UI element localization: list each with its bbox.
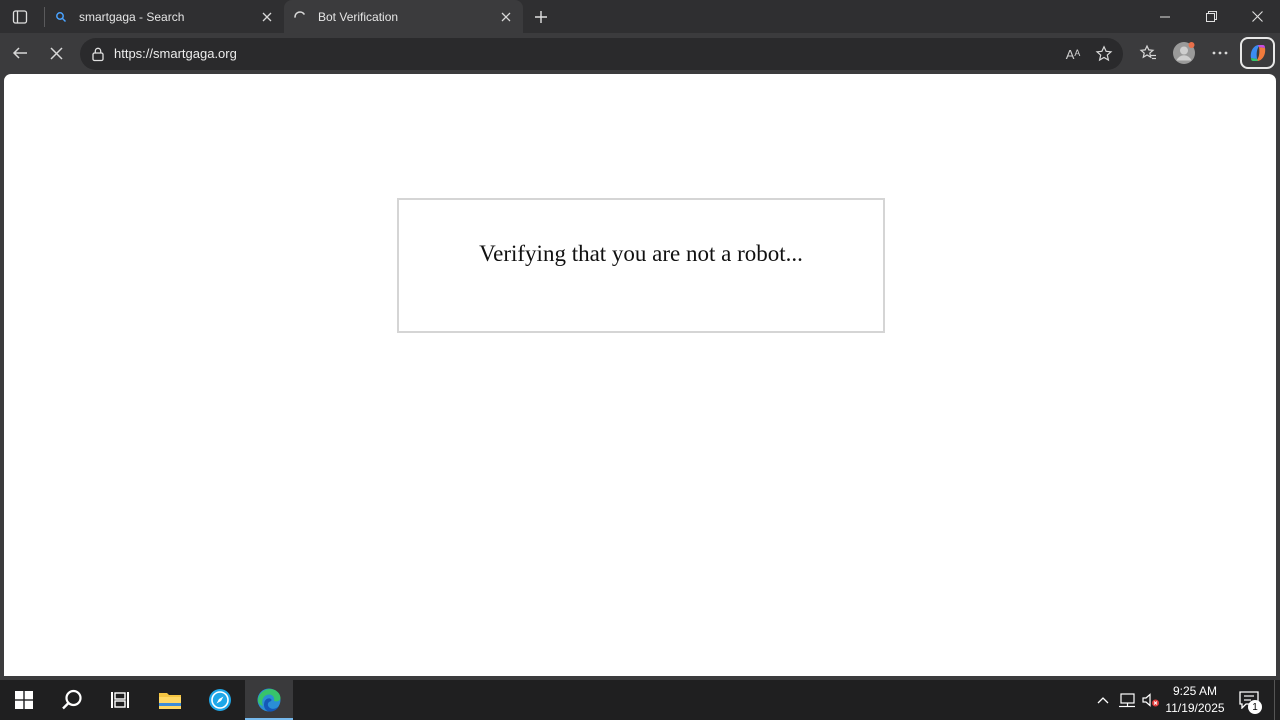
chevron-up-icon <box>1097 697 1109 704</box>
copilot-icon <box>1250 45 1265 61</box>
search-icon <box>53 9 69 25</box>
arrow-left-icon <box>12 47 27 59</box>
minimize-button[interactable] <box>1142 0 1188 33</box>
show-desktop-button[interactable] <box>1274 680 1275 720</box>
restore-button[interactable] <box>1188 0 1234 33</box>
favorites-star-list-icon <box>1139 44 1156 60</box>
avatar <box>1173 42 1195 64</box>
verification-box: Verifying that you are not a robot... <box>397 198 885 333</box>
read-aloud-icon[interactable]: Aᴬ <box>1062 43 1084 65</box>
close-tab-icon[interactable] <box>256 6 278 28</box>
taskbar-search-button[interactable] <box>48 680 96 720</box>
tab-title: smartgaga - Search <box>79 9 185 24</box>
tab-smartgaga-search[interactable]: smartgaga - Search <box>45 0 284 33</box>
network-icon <box>1119 693 1135 708</box>
network-button[interactable] <box>1116 689 1138 711</box>
edge-browser-icon <box>257 688 281 712</box>
app-button[interactable] <box>196 680 244 720</box>
close-tab-icon[interactable] <box>495 6 517 28</box>
lock-icon[interactable] <box>88 44 108 64</box>
close-window-button[interactable] <box>1234 0 1280 33</box>
copilot-button[interactable] <box>1240 37 1275 69</box>
more-options-icon <box>1212 51 1228 55</box>
task-view-button[interactable] <box>96 680 144 720</box>
file-explorer-button[interactable] <box>146 680 194 720</box>
show-hidden-icons-button[interactable] <box>1092 689 1114 711</box>
windows-taskbar: 9:25 AM 11/19/2025 1 <box>0 680 1280 720</box>
compass-app-icon <box>209 689 231 711</box>
restore-icon <box>1205 11 1217 22</box>
favorite-star-icon[interactable] <box>1093 43 1115 65</box>
browser-toolbar: https://smartgaga.org Aᴬ <box>0 33 1280 74</box>
start-button[interactable] <box>0 680 48 720</box>
clock-time: 9:25 AM <box>1172 684 1218 698</box>
address-bar[interactable]: https://smartgaga.org Aᴬ <box>80 38 1123 70</box>
profile-button[interactable] <box>1169 38 1199 68</box>
loading-spinner-icon <box>292 9 308 25</box>
edge-button[interactable] <box>245 680 293 720</box>
folder-icon <box>159 693 181 709</box>
settings-menu-button[interactable] <box>1205 38 1235 68</box>
minimize-icon <box>1160 16 1170 17</box>
page-content: Verifying that you are not a robot... <box>4 74 1276 676</box>
volume-button[interactable] <box>1140 689 1162 711</box>
stop-loading-button[interactable] <box>41 38 71 68</box>
tab-title: Bot Verification <box>318 9 399 24</box>
close-icon <box>1251 11 1263 22</box>
url-text[interactable]: https://smartgaga.org <box>114 46 237 61</box>
tab-actions-button[interactable] <box>6 4 34 30</box>
volume-muted-icon <box>1142 693 1159 707</box>
task-view-icon <box>111 692 129 708</box>
windows-logo-icon <box>15 691 33 709</box>
favorites-button[interactable] <box>1133 38 1163 68</box>
new-tab-button[interactable] <box>528 4 554 30</box>
plus-icon <box>535 11 547 23</box>
tab-actions-icon <box>12 10 28 24</box>
close-icon <box>49 46 63 60</box>
tab-bot-verification[interactable]: Bot Verification <box>284 0 523 33</box>
back-button[interactable] <box>5 38 35 68</box>
clock-date: 11/19/2025 <box>1165 701 1225 715</box>
notification-count-badge: 1 <box>1248 700 1262 714</box>
system-clock[interactable]: 9:25 AM 11/19/2025 <box>1160 683 1230 717</box>
browser-tab-bar: smartgaga - Search Bot Verification <box>0 0 1280 33</box>
search-icon <box>62 689 82 710</box>
verification-message: Verifying that you are not a robot... <box>479 241 803 266</box>
